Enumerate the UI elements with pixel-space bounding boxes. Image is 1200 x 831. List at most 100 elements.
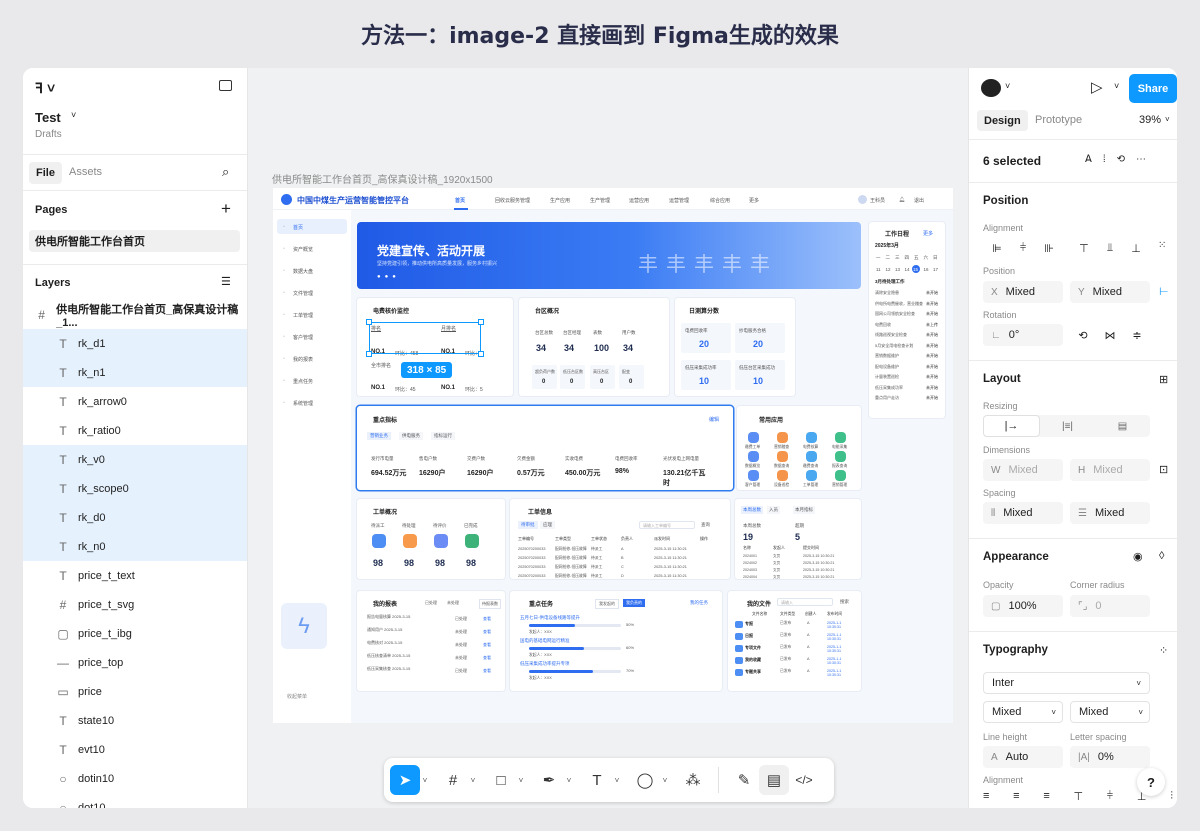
- task-name[interactable]: 国电的基础电网运行精准: [520, 638, 570, 644]
- app-tile-label[interactable]: 数据概览: [745, 464, 760, 469]
- schedule-item[interactable]: 计量装置巡检: [875, 374, 925, 380]
- app-tile-label[interactable]: 工单管理: [803, 483, 818, 488]
- selection-actions-icon[interactable]: ꓮ⁞⟲⋯: [1085, 154, 1157, 165]
- opacity-field[interactable]: ▢ 100%: [983, 595, 1063, 617]
- layer-row[interactable]: Tevt10: [23, 735, 247, 764]
- layer-row[interactable]: Trk_arrow0: [23, 387, 247, 416]
- resize-handle[interactable]: [366, 351, 372, 357]
- app-tile-icon[interactable]: [777, 470, 788, 481]
- figma-logo-icon[interactable]: ꟻ ˅: [35, 80, 55, 97]
- tab[interactable]: 我负责的: [623, 599, 645, 607]
- calendar-day[interactable]: 11: [876, 267, 881, 272]
- app-tile-label[interactable]: 营销管理: [832, 483, 847, 488]
- app-tile-icon[interactable]: [748, 470, 759, 481]
- search-icon[interactable]: ⌕: [222, 164, 229, 180]
- rectangle-tool-icon[interactable]: □: [486, 765, 516, 795]
- tab-assets[interactable]: Assets: [69, 166, 102, 178]
- calendar-day[interactable]: 17: [933, 267, 938, 272]
- play-icon[interactable]: ▷: [1091, 78, 1103, 96]
- nav-item[interactable]: 生产管理: [590, 197, 610, 204]
- chevron-down-icon[interactable]: ˅: [516, 776, 526, 785]
- sidebar-item[interactable]: 我的报表: [293, 356, 313, 363]
- avatar[interactable]: [981, 79, 1001, 97]
- layer-row[interactable]: # price_t_svg: [23, 590, 247, 619]
- app-tile-icon[interactable]: [777, 432, 788, 443]
- app-tile-label[interactable]: 营销稽查: [774, 445, 789, 450]
- report-button[interactable]: 待报表数: [479, 599, 501, 609]
- constraints-icon[interactable]: ⊢: [1159, 285, 1169, 298]
- line-height-field[interactable]: A Auto: [983, 746, 1063, 768]
- chevron-down-icon[interactable]: ˅: [468, 776, 478, 785]
- file-category[interactable]: 专项文件: [745, 645, 761, 651]
- task-name[interactable]: 五月七日-供电设备线路等提升: [520, 615, 580, 621]
- app-tile-label[interactable]: 客户管理: [745, 483, 760, 488]
- page-item[interactable]: 供电所智能工作台首页: [29, 230, 240, 252]
- schedule-item[interactable]: 供电所电费催收，营业稽查: [875, 301, 925, 307]
- tab[interactable]: 应理: [540, 521, 555, 529]
- layer-row[interactable]: ▭ price: [23, 677, 247, 706]
- search-input[interactable]: 请输入工单编号: [639, 521, 695, 529]
- layer-row[interactable]: ○ dotin10: [23, 764, 247, 793]
- layer-row[interactable]: Tstate10: [23, 706, 247, 735]
- nav-item[interactable]: 更多: [749, 197, 759, 204]
- file-category[interactable]: 日报: [745, 633, 753, 639]
- hug-icon[interactable]: |≡|: [1040, 415, 1095, 437]
- selection-box[interactable]: [369, 322, 481, 354]
- file-category[interactable]: 专题共享: [745, 669, 761, 675]
- font-family-select[interactable]: Inter ˅: [983, 672, 1150, 694]
- width-field[interactable]: W Mixed: [983, 459, 1063, 481]
- schedule-item[interactable]: 国网公司领航安全检查: [875, 311, 925, 317]
- layer-row[interactable]: Trk_v0: [23, 445, 247, 474]
- tab[interactable]: 我发起的: [595, 599, 619, 609]
- fill-icon[interactable]: ▤: [1095, 415, 1150, 437]
- frame-tool-icon[interactable]: #: [438, 765, 468, 795]
- layer-row[interactable]: ▢ price_t_ibg: [23, 619, 247, 648]
- chevron-down-icon[interactable]: ˅: [612, 776, 622, 785]
- add-page-icon[interactable]: +: [221, 199, 231, 219]
- app-tile-icon[interactable]: [777, 451, 788, 462]
- chevron-down-icon[interactable]: ˅: [1165, 115, 1170, 124]
- distribute-icon[interactable]: ⁙: [1158, 240, 1166, 251]
- sidebar-item[interactable]: 资产概览: [293, 246, 313, 253]
- tasks-more[interactable]: 我的任务: [690, 600, 708, 606]
- tab-design[interactable]: Design: [977, 110, 1028, 131]
- file-search-button[interactable]: 搜索: [840, 599, 849, 605]
- nav-item[interactable]: 回收云服务管理: [495, 197, 530, 204]
- tab[interactable]: 待审批: [518, 521, 538, 529]
- draw-mode-icon[interactable]: ✎: [729, 765, 759, 795]
- align-vertical-icons[interactable]: ⊤ ⫫ ⊥: [1070, 238, 1150, 258]
- app-tile-icon[interactable]: [748, 432, 759, 443]
- resize-to-fit-icon[interactable]: ⊡: [1159, 463, 1168, 476]
- help-button[interactable]: ?: [1137, 768, 1165, 796]
- layer-frame[interactable]: # 供电所智能工作台首页_高保真设计稿_1...: [23, 300, 247, 329]
- calendar-day[interactable]: 12: [886, 267, 891, 272]
- schedule-item[interactable]: 线路巡视安全检查: [875, 332, 925, 338]
- sidebar-item[interactable]: 文件管理: [293, 290, 313, 297]
- report-view-link[interactable]: 查看: [483, 629, 491, 635]
- nav-item[interactable]: 生产应用: [550, 197, 570, 204]
- auto-layout-icon[interactable]: ⊞: [1159, 373, 1168, 386]
- schedule-item[interactable]: 配电设备维护: [875, 364, 925, 370]
- layer-row[interactable]: Trk_n1: [23, 358, 247, 387]
- sidebar-item[interactable]: 工单管理: [293, 312, 313, 319]
- layers-list-icon[interactable]: ☰: [221, 275, 231, 288]
- frame-label[interactable]: 供电所智能工作台首页_高保真设计稿_1920x1500: [272, 171, 493, 186]
- sidebar-item[interactable]: 重点任务: [293, 378, 313, 385]
- text-tool-icon[interactable]: T: [582, 765, 612, 795]
- y-field[interactable]: Y Mixed: [1070, 281, 1150, 303]
- resize-handle[interactable]: [478, 319, 484, 325]
- resize-handle[interactable]: [366, 319, 372, 325]
- kpi-tab[interactable]: 营销业务: [367, 432, 391, 440]
- app-tile-label[interactable]: 数据查询: [774, 464, 789, 469]
- sidebar-item[interactable]: 首页: [293, 224, 303, 231]
- radius-field[interactable]: ⌜⌟ 0: [1070, 595, 1150, 617]
- pen-tool-icon[interactable]: ✒: [534, 765, 564, 795]
- flip-icons[interactable]: ⟲ ⋈ ≑: [1070, 324, 1150, 346]
- spacing-h-field[interactable]: ⫴ Mixed: [983, 502, 1063, 524]
- app-tile-icon[interactable]: [835, 470, 846, 481]
- schedule-item[interactable]: 营销数据维护: [875, 353, 925, 359]
- chevron-down-icon[interactable]: ˅: [71, 110, 76, 120]
- resize-handle[interactable]: [478, 351, 484, 357]
- report-view-link[interactable]: 查看: [483, 616, 491, 622]
- resizing-control[interactable]: |→ |≡| ▤: [983, 415, 1150, 437]
